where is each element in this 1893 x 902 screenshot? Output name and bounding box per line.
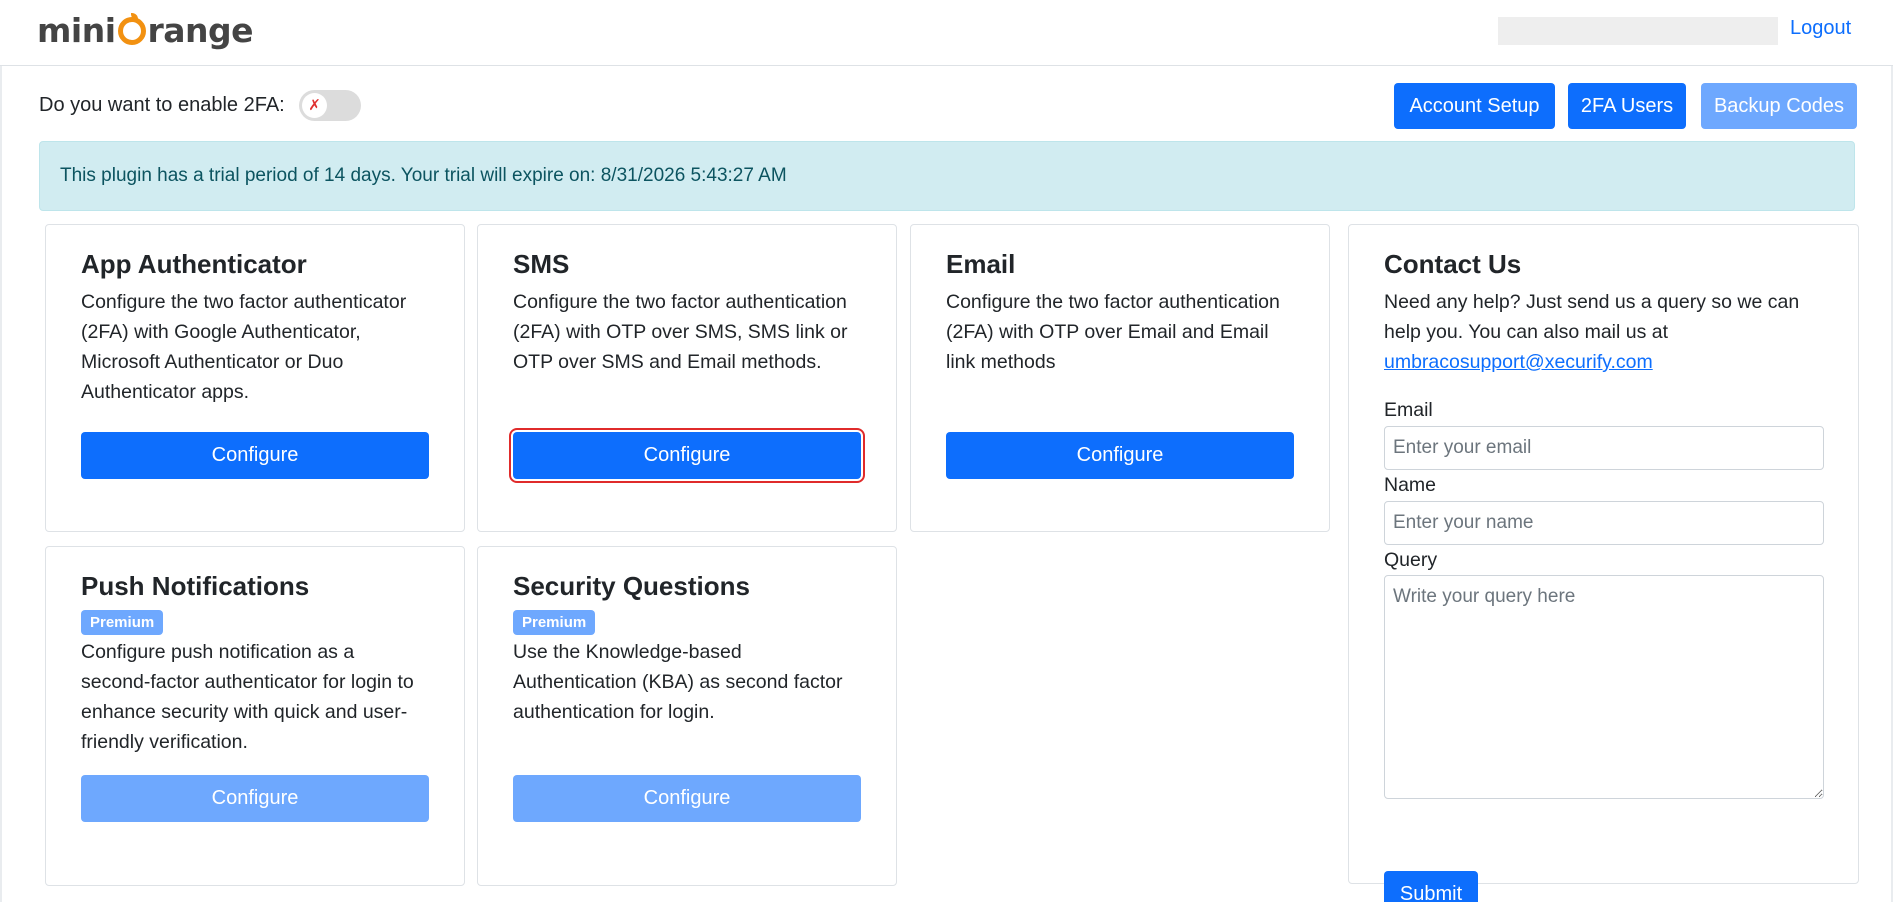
card-title: SMS [513, 249, 570, 279]
user-name-placeholder [1498, 17, 1778, 45]
page-border-left [0, 0, 2, 902]
configure-email-button[interactable]: Configure [946, 432, 1294, 479]
name-field[interactable] [1384, 501, 1824, 545]
email-field[interactable] [1384, 426, 1824, 470]
miniorange-logo: mini range [37, 8, 254, 52]
enable-2fa-label: Do you want to enable 2FA: [39, 94, 285, 116]
contact-title: Contact Us [1384, 249, 1522, 279]
method-card-app-authenticator: App Authenticator Configure the two fact… [45, 224, 465, 532]
query-textarea[interactable] [1384, 575, 1824, 799]
contact-description-text: Need any help? Just send us a query so w… [1384, 291, 1800, 343]
method-card-sms: SMS Configure the two factor authenticat… [477, 224, 897, 532]
logo-text-left: mini [37, 10, 116, 50]
trial-notice: This plugin has a trial period of 14 day… [39, 141, 1855, 211]
logo-o-icon [117, 13, 146, 45]
contact-description: Need any help? Just send us a query so w… [1384, 287, 1824, 377]
card-title: Email [946, 249, 1016, 279]
configure-push-notifications-button[interactable]: Configure [81, 775, 429, 822]
name-label: Name [1384, 474, 1437, 496]
configure-app-authenticator-button[interactable]: Configure [81, 432, 429, 479]
enable-2fa-toggle[interactable]: ✗ [299, 90, 361, 121]
card-description: Configure the two factor authentication … [946, 291, 1280, 373]
card-description: Configure the two factor authentication … [513, 291, 848, 373]
configure-security-questions-button[interactable]: Configure [513, 775, 861, 822]
method-card-push-notifications: Push Notifications Premium Configure pus… [45, 546, 465, 886]
query-label: Query [1384, 549, 1438, 571]
top-bar: mini range Logout [0, 0, 1893, 66]
card-description: Use the Knowledge-based Authentication (… [513, 641, 843, 723]
card-title: Push Notifications [81, 571, 310, 601]
email-label: Email [1384, 399, 1433, 421]
support-email-link[interactable]: umbracosupport@xecurify.com [1384, 351, 1653, 373]
premium-badge: Premium [81, 610, 164, 635]
card-title: App Authenticator [81, 249, 307, 279]
2fa-users-button[interactable]: 2FA Users [1568, 83, 1686, 129]
method-card-security-questions: Security Questions Premium Use the Knowl… [477, 546, 897, 886]
submit-button[interactable]: Submit [1384, 871, 1478, 902]
configure-sms-button[interactable]: Configure [509, 428, 865, 483]
logout-link[interactable]: Logout [1790, 17, 1851, 40]
method-card-email: Email Configure the two factor authentic… [910, 224, 1330, 532]
contact-us-card: Contact Us Need any help? Just send us a… [1348, 224, 1859, 902]
card-description: Configure push notification as a second-… [81, 641, 414, 753]
backup-codes-button[interactable]: Backup Codes [1701, 83, 1857, 129]
card-description: Configure the two factor authenticator (… [81, 291, 407, 403]
account-setup-button[interactable]: Account Setup [1394, 83, 1555, 129]
card-title: Security Questions [513, 571, 750, 601]
logo-text-right: range [147, 10, 254, 50]
premium-badge: Premium [513, 610, 596, 635]
toggle-x-icon: ✗ [302, 93, 327, 118]
